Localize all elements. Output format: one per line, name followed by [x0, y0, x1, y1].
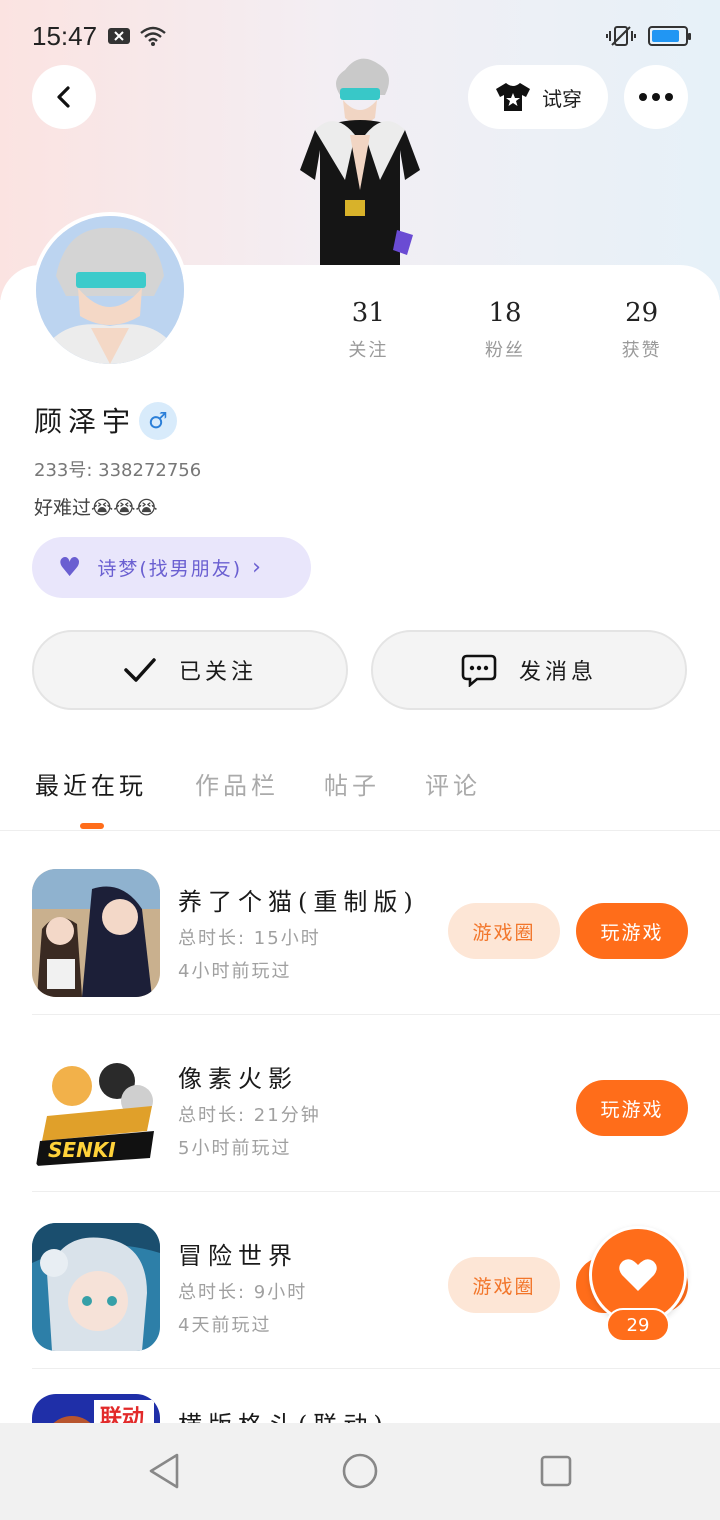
wifi-icon [140, 26, 166, 46]
game-title: 像素火影 [178, 1065, 298, 1093]
back-button[interactable] [32, 65, 96, 129]
stat-following[interactable]: 31 关注 [300, 298, 437, 362]
game-circle-button[interactable]: 游戏圈 [448, 1257, 560, 1313]
list-item[interactable]: 联动 横版格斗(联动) [32, 1369, 720, 1423]
character-avatar-full[interactable] [285, 50, 435, 265]
user-bio: 好难过😭😭😭 [34, 497, 158, 519]
crossover-badge-label: 联动 [100, 1406, 145, 1423]
game-playtime: 总时长: 21分钟 [178, 1105, 321, 1126]
tab-comments[interactable]: 评论 [425, 766, 481, 801]
nav-home-button[interactable] [340, 1451, 380, 1491]
game-icon-crossover: 联动 [32, 1394, 160, 1423]
profile-tabs: 最近在玩 作品栏 帖子 评论 [0, 766, 720, 831]
circle-home-icon [342, 1453, 378, 1489]
game-icon-senki: SENKI [32, 1046, 160, 1174]
svg-text:SENKI: SENKI [48, 1138, 116, 1162]
relationship-tag[interactable]: ♥ 诗梦(找男朋友) › [32, 537, 311, 598]
nav-back-button[interactable] [144, 1451, 184, 1491]
relationship-tag-label: 诗梦(找男朋友) [97, 558, 243, 580]
game-icon-cat [32, 869, 160, 997]
game-playtime: 总时长: 9小时 [178, 1282, 308, 1303]
vibrate-icon [606, 26, 636, 46]
chat-bubble-icon [461, 654, 497, 687]
game-title: 横版格斗(联动) [178, 1405, 389, 1423]
play-game-button[interactable]: 玩游戏 [576, 903, 688, 959]
stat-fans-value: 18 [488, 298, 522, 328]
heart-icon [619, 1259, 657, 1291]
followed-button[interactable]: 已关注 [32, 630, 348, 710]
play-game-button[interactable]: 玩游戏 [576, 1080, 688, 1136]
tshirt-icon [496, 83, 530, 111]
more-options-button[interactable] [624, 65, 688, 129]
square-recents-icon [540, 1455, 572, 1487]
game-title: 养了个猫(重制版) [178, 888, 419, 916]
tab-recently-played[interactable]: 最近在玩 [35, 766, 147, 801]
send-message-button[interactable]: 发消息 [371, 630, 687, 710]
tab-posts[interactable]: 帖子 [324, 766, 380, 801]
profile-stats: 31 关注 18 粉丝 29 获赞 [300, 298, 710, 362]
battery-icon [648, 26, 691, 46]
male-gender-icon: ♂ [139, 402, 177, 440]
triangle-back-icon [149, 1453, 179, 1489]
tab-works[interactable]: 作品栏 [195, 766, 279, 801]
stat-likes-value: 29 [625, 298, 659, 328]
list-item[interactable]: 养了个猫(重制版) 总时长: 15小时 4小时前玩过 游戏圈 玩游戏 [32, 838, 720, 1015]
user-id: 233号: 338272756 [34, 460, 202, 481]
game-title: 冒险世界 [178, 1242, 298, 1270]
try-on-button[interactable]: 试穿 [468, 65, 608, 129]
chevron-right-icon: › [252, 555, 263, 580]
game-icon-adventure [32, 1223, 160, 1351]
game-last-played: 5小时前玩过 [178, 1138, 292, 1159]
list-item[interactable]: SENKI 像素火影 总时长: 21分钟 5小时前玩过 玩游戏 [32, 1015, 720, 1192]
send-message-label: 发消息 [518, 660, 597, 685]
chevron-left-icon [57, 86, 70, 108]
nav-recents-button[interactable] [536, 1451, 576, 1491]
stat-following-label: 关注 [348, 340, 389, 361]
stat-fans-label: 粉丝 [485, 340, 525, 361]
notification-dismiss-icon [108, 28, 131, 44]
username: 顾泽宇 [34, 405, 137, 438]
status-time: 15:47 [32, 20, 98, 51]
game-last-played: 4天前玩过 [178, 1315, 272, 1336]
stat-fans[interactable]: 18 粉丝 [437, 298, 574, 362]
double-heart-icon: ♥ [58, 552, 84, 583]
checkmark-icon [124, 658, 156, 682]
avatar[interactable] [32, 212, 188, 368]
system-nav-bar [0, 1423, 720, 1520]
game-playtime: 总时长: 15小时 [178, 928, 321, 949]
more-dots-icon [639, 93, 673, 101]
floating-like-count: 29 [606, 1308, 670, 1342]
followed-label: 已关注 [178, 660, 257, 685]
game-last-played: 4小时前玩过 [178, 961, 292, 982]
active-tab-indicator [80, 823, 104, 829]
stat-following-value: 31 [351, 298, 385, 328]
stat-likes-label: 获赞 [621, 340, 662, 361]
try-on-label: 试穿 [542, 86, 582, 111]
game-circle-button[interactable]: 游戏圈 [448, 903, 560, 959]
stat-likes[interactable]: 29 获赞 [573, 298, 710, 362]
